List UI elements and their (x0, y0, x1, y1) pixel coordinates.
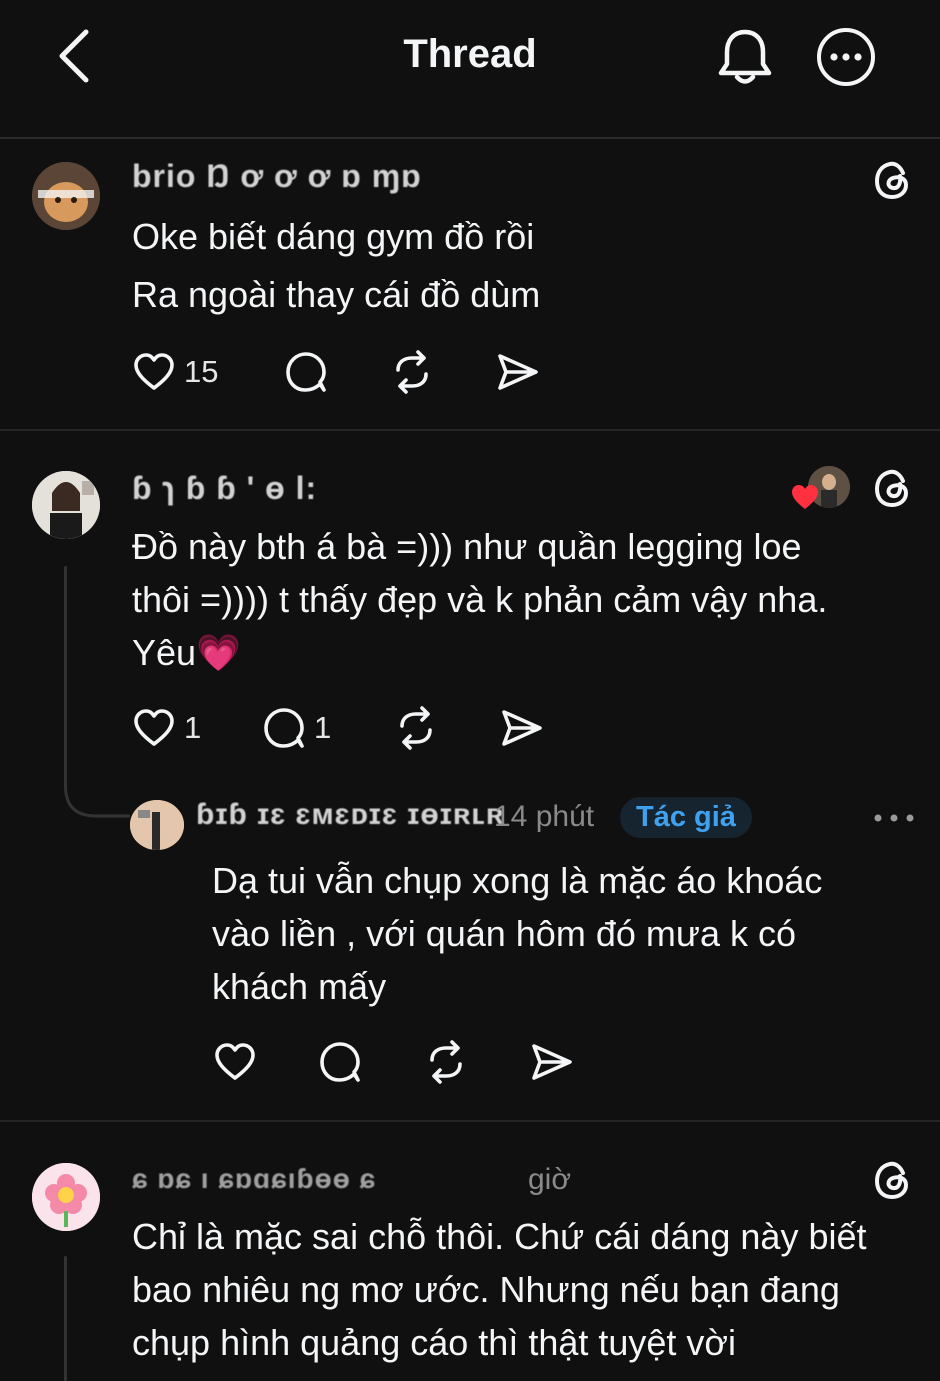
heart-icon (134, 353, 174, 390)
reply-username[interactable]: ɓɪɓ ɪɛ ɛᴍɛᴅɪɛ ɪɵɪʀʟʀ (196, 798, 504, 832)
post-username[interactable]: brio Ŋ ơ ơ ơ ɒ ɱɒ (132, 158, 422, 195)
repost-icon (396, 350, 428, 394)
repost-button[interactable] (390, 350, 434, 394)
send-icon (502, 710, 542, 746)
reply-text: Dạ tui vẫn chụp xong là mặc áo khoác vào… (212, 854, 822, 1013)
more-options-icon[interactable] (872, 808, 916, 828)
top-bar: Thread (0, 0, 940, 139)
thread-connector-line (64, 566, 67, 746)
post-text-line: Đồ này bth á bà =))) như quần legging lo… (132, 526, 802, 567)
heart-icon (134, 709, 174, 746)
page-title: Thread (403, 32, 537, 76)
send-icon (532, 1044, 572, 1080)
post-text-line: Yêu💗 (132, 632, 241, 673)
comment-icon (286, 352, 326, 392)
author-badge: Tác giả (620, 797, 752, 838)
repost-button[interactable] (394, 706, 438, 750)
post-time: giờ (528, 1163, 572, 1196)
send-icon (498, 354, 538, 390)
comment-icon (264, 708, 304, 748)
like-button[interactable]: 1 (132, 706, 201, 750)
share-button[interactable] (500, 706, 544, 750)
post-text-line: Oke biết dáng gym đồ rồi (132, 216, 535, 257)
reply-time: 14 phút (494, 800, 595, 833)
reply-button[interactable] (318, 1040, 362, 1084)
threads-logo-icon (874, 469, 909, 508)
repost-icon (400, 706, 432, 750)
avatar[interactable] (32, 1163, 100, 1231)
share-button[interactable] (496, 350, 540, 394)
heart-icon (215, 1043, 255, 1080)
like-button[interactable] (213, 1040, 257, 1084)
repost-icon (430, 1040, 462, 1084)
divider (0, 429, 940, 431)
reply-text-line: vào liền , với quán hôm đó mưa k có (212, 913, 796, 954)
avatar[interactable] (32, 162, 100, 230)
threads-logo-icon (874, 1161, 909, 1200)
post-text-line: thôi =)))) t thấy đẹp và k phản cảm vậy … (132, 579, 828, 620)
comment-icon (320, 1042, 360, 1082)
avatar[interactable] (32, 471, 100, 539)
threads-logo-icon (874, 161, 909, 200)
post-text-line: Chỉ là mặc sai chỗ thôi. Chứ cái dáng nà… (132, 1216, 867, 1257)
post-username[interactable]: ɕ ɒɕ ı ɕɒɑɕıɓɵɵ ɕ (132, 1163, 376, 1195)
reply-button[interactable] (284, 350, 328, 394)
reply-text-line: Dạ tui vẫn chụp xong là mặc áo khoác (212, 860, 823, 901)
like-count: 1 (184, 710, 202, 745)
post-text: Oke biết dáng gym đồ rồi Ra ngoài thay c… (132, 210, 540, 321)
reply-count: 1 (314, 710, 332, 745)
post-text-line: Ra ngoài thay cái đồ dùm (132, 274, 541, 315)
like-count: 15 (184, 354, 219, 389)
bell-icon[interactable] (712, 24, 778, 90)
divider (0, 1120, 940, 1122)
post-text-line: chụp hình quảng cáo thì thật tuyệt vời (132, 1322, 737, 1363)
post-username[interactable]: ɓ ɿ ɓ ɓ ' ɵ l: (132, 470, 317, 507)
more-options-icon[interactable] (815, 26, 877, 88)
thread-connector-line (64, 1256, 67, 1381)
repost-button[interactable] (424, 1040, 468, 1084)
like-button[interactable]: 15 (132, 350, 218, 394)
reply-text-line: khách mấy (212, 966, 387, 1007)
author-avatar[interactable] (130, 800, 184, 850)
heart-reaction-icon (792, 485, 818, 509)
post-text: Đồ này bth á bà =))) như quần legging lo… (132, 520, 827, 679)
post-text-line: bao nhiêu ng mơ ước. Nhưng nếu bạn đang (132, 1269, 840, 1310)
share-button[interactable] (530, 1040, 574, 1084)
reply-button[interactable]: 1 (262, 706, 331, 750)
thread-connector-curve (64, 742, 130, 818)
post-text: Chỉ là mặc sai chỗ thôi. Chứ cái dáng nà… (132, 1210, 866, 1369)
